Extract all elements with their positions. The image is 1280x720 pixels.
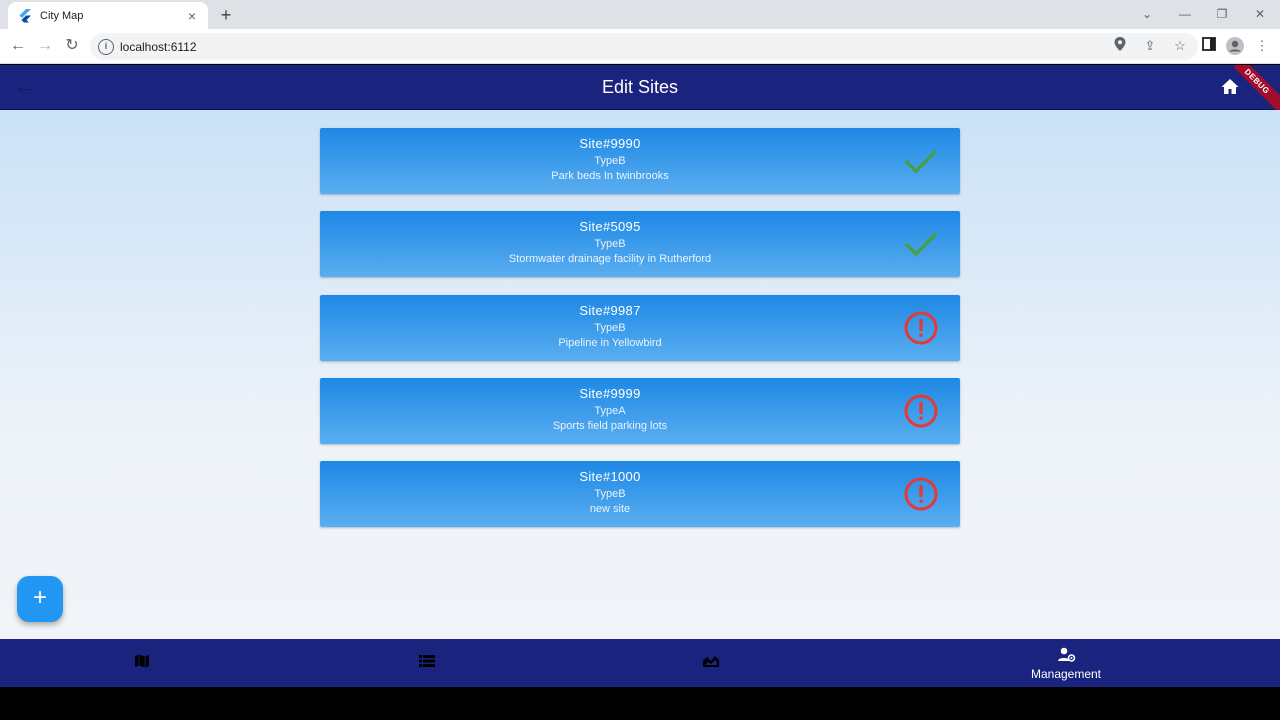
site-type: TypeB [594, 155, 626, 167]
nav-item-management[interactable]: Management [924, 639, 1208, 687]
debug-banner: DEBUG [1235, 65, 1280, 110]
forward-icon[interactable]: → [35, 36, 55, 56]
browser-tab[interactable]: City Map × [8, 2, 208, 29]
error-outline-icon [904, 311, 938, 345]
nav-item-landscape[interactable] [568, 639, 852, 687]
minimize-icon[interactable]: — [1175, 4, 1195, 24]
site-name: Site#9990 [579, 136, 641, 151]
window-close-icon[interactable]: ✕ [1250, 4, 1270, 24]
manage-accounts-icon [1058, 647, 1076, 663]
site-card[interactable]: Site#1000 TypeB new site [320, 461, 960, 528]
browser-tab-strip: City Map × + ⌄ — ❐ ✕ [0, 0, 1280, 29]
side-panel-icon[interactable] [1200, 37, 1218, 55]
close-tab-icon[interactable]: × [184, 8, 200, 24]
nav-item-list[interactable] [284, 639, 568, 687]
info-icon[interactable]: i [98, 38, 114, 55]
site-card[interactable]: Site#9999 TypeA Sports field parking lots [320, 377, 960, 444]
check-icon [904, 144, 938, 178]
site-name: Site#5095 [579, 219, 641, 235]
page-title: Edit Sites [601, 77, 679, 97]
debug-banner-label: DEBUG [1235, 65, 1280, 110]
url-text: localhost:6112 [120, 39, 197, 54]
error-outline-icon [904, 477, 938, 511]
site-type: TypeB [594, 488, 626, 501]
nav-item-map[interactable] [0, 639, 284, 687]
profile-avatar-icon[interactable] [1226, 37, 1244, 55]
site-description: Sports field parking lots [552, 419, 668, 432]
site-type: TypeB [594, 238, 626, 251]
site-description: Stormwater drainage facility in Rutherfo… [508, 253, 712, 266]
share-icon[interactable]: ⇪ [1142, 37, 1158, 55]
site-card[interactable]: Site#5095 TypeB Stormwater drainage facili… [320, 211, 960, 278]
site-description: new site [589, 503, 631, 516]
site-name: Site#9999 [579, 385, 641, 401]
site-type: TypeA [594, 404, 626, 417]
site-description: Park beds In twinbrooks [551, 170, 669, 182]
site-description: Pipeline in Yellowbird [558, 336, 662, 349]
back-icon[interactable]: ← [8, 36, 28, 56]
bottom-navigation-bar: Management [0, 639, 1280, 687]
site-card[interactable]: Site#9990 TypeB Park beds In twinbrooks [320, 128, 960, 194]
landscape-icon [703, 653, 719, 669]
app-body: ← Edit Sites DEBUG Site#9990 TypeB Park be… [0, 65, 1280, 687]
more-options-icon[interactable]: ⋮ [1253, 37, 1271, 55]
error-outline-icon [904, 394, 938, 428]
chevron-down-icon[interactable]: ⌄ [1137, 4, 1157, 24]
site-card[interactable]: Site#9987 TypeB Pipeline in Yellowbird [320, 294, 960, 361]
site-name: Site#1000 [579, 469, 641, 485]
location-icon[interactable] [1112, 37, 1128, 55]
add-site-button[interactable]: + [17, 576, 63, 622]
site-name: Site#9987 [579, 302, 641, 318]
tab-title: City Map [40, 9, 84, 22]
app-bar: ← Edit Sites DEBUG [0, 65, 1280, 110]
map-icon [134, 653, 150, 669]
restore-icon[interactable]: ❐ [1212, 4, 1232, 24]
browser-toolbar: ← → ↻ i localhost:6112 ⇪ ☆ ⋮ [0, 29, 1280, 64]
site-list: Site#9990 TypeB Park beds In twinbrooks Sit… [320, 128, 960, 544]
reload-icon[interactable]: ↻ [62, 36, 82, 56]
new-tab-icon[interactable]: + [216, 5, 236, 25]
check-icon [904, 227, 938, 261]
list-icon [419, 653, 435, 669]
bookmark-star-icon[interactable]: ☆ [1172, 37, 1188, 55]
address-bar[interactable]: i localhost:6112 ⇪ ☆ [90, 33, 1198, 60]
flutter-icon [18, 8, 32, 23]
screen-bottom-bar [0, 687, 1280, 720]
site-type: TypeB [594, 321, 626, 334]
nav-label-management: Management [1030, 667, 1102, 681]
